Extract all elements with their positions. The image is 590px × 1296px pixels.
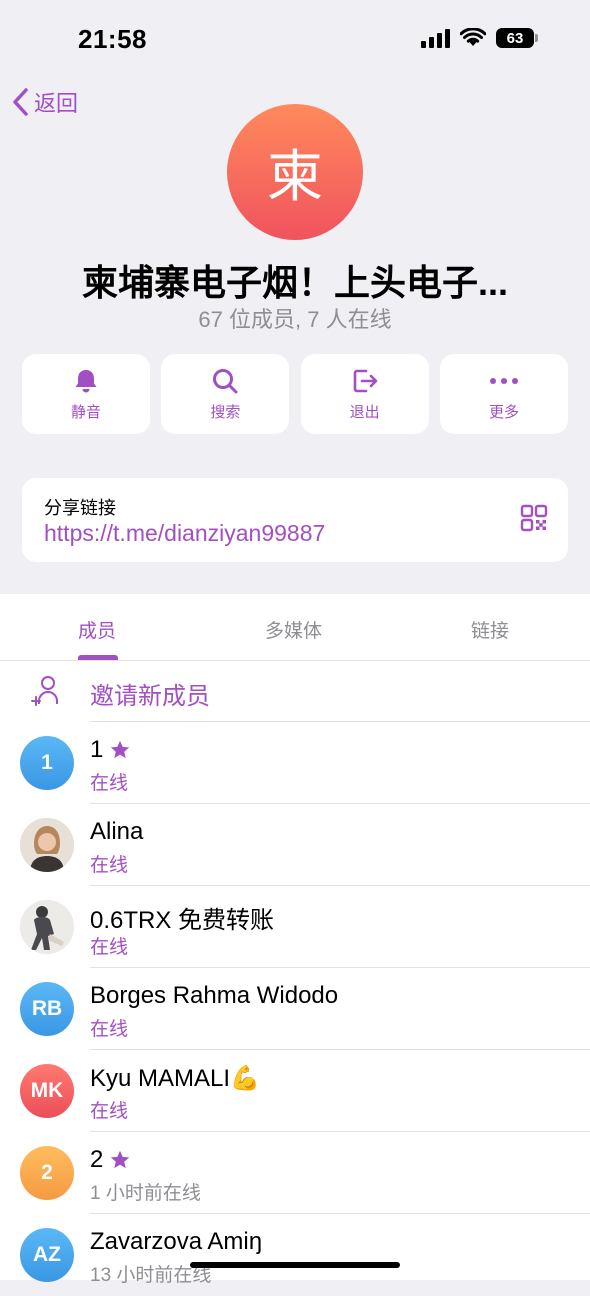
status-time: 21:58 xyxy=(78,24,147,54)
member-name-text: 2 xyxy=(90,1146,104,1173)
member-row[interactable]: RB Borges Rahma Widodo 在线 xyxy=(0,968,590,1050)
member-status: 在线 xyxy=(90,937,129,958)
home-indicator xyxy=(190,1262,400,1268)
action-buttons: 静音 搜索 退出 更多 xyxy=(22,354,568,434)
status-icons: 63 xyxy=(421,28,538,48)
member-status: 在线 xyxy=(90,1101,129,1122)
share-link-card[interactable]: 分享链接 https://t.me/dianziyan99887 xyxy=(22,478,568,562)
tab-bar: 成员 多媒体 链接 xyxy=(0,594,590,661)
member-row[interactable]: 2 2 1 小时前在线 xyxy=(0,1132,590,1214)
add-user-icon xyxy=(31,676,58,706)
share-link-url[interactable]: https://t.me/dianziyan99887 xyxy=(44,520,325,547)
group-avatar[interactable]: 柬 xyxy=(227,104,363,240)
avatar-initials: MK xyxy=(30,1079,64,1102)
avatar: AZ xyxy=(20,1228,74,1282)
member-name-text: Kyu MAMALI💪 xyxy=(90,1065,260,1092)
member-name-text: Borges Rahma Widodo xyxy=(90,982,339,1009)
avatar: 2 xyxy=(20,1146,74,1200)
member-row[interactable]: MK Kyu MAMALI💪 在线 xyxy=(0,1050,590,1132)
member-name-text: Alina xyxy=(90,818,144,845)
leave-button[interactable]: 退出 xyxy=(300,354,429,434)
member-name-text: 1 xyxy=(90,736,104,763)
member-name: Kyu MAMALI💪 xyxy=(90,1064,260,1093)
mute-label: 静音 xyxy=(70,403,101,421)
group-avatar-letter: 柬 xyxy=(267,144,323,210)
member-row[interactable]: 1 1 在线 xyxy=(0,722,590,804)
member-name: 1 xyxy=(90,736,131,764)
member-name: Alina xyxy=(90,818,143,846)
member-name: 0.6TRX 免费转账 xyxy=(90,900,274,935)
star-icon xyxy=(111,1150,130,1169)
member-name: 2 xyxy=(90,1146,131,1174)
status-bar: 21:58 63 xyxy=(0,0,590,80)
member-status: 在线 xyxy=(90,855,129,876)
back-button[interactable]: 返回 xyxy=(10,86,78,118)
bell-icon xyxy=(75,369,97,392)
user-photo-icon xyxy=(20,900,74,954)
more-label: 更多 xyxy=(488,403,519,421)
invite-members-row[interactable]: 邀请新成员 xyxy=(0,660,590,722)
tab-links[interactable]: 链接 xyxy=(471,616,509,643)
avatar-initials: AZ xyxy=(33,1243,61,1266)
search-label: 搜索 xyxy=(210,403,241,421)
avatar: RB xyxy=(20,982,74,1036)
qr-code-icon[interactable] xyxy=(520,504,548,532)
cellular-signal-icon xyxy=(421,28,450,48)
star-icon xyxy=(111,740,130,759)
avatar xyxy=(20,900,74,954)
wifi-icon xyxy=(460,28,486,46)
chevron-left-icon xyxy=(13,88,28,116)
share-link-title: 分享链接 xyxy=(44,498,116,518)
back-label: 返回 xyxy=(34,91,79,116)
member-row[interactable]: 0.6TRX 免费转账 在线 xyxy=(0,886,590,968)
member-row[interactable]: Alina 在线 xyxy=(0,804,590,886)
more-button[interactable]: 更多 xyxy=(439,354,568,434)
leave-label: 退出 xyxy=(349,403,380,421)
leave-icon xyxy=(353,369,377,392)
invite-label: 邀请新成员 xyxy=(90,683,210,710)
user-photo-icon xyxy=(20,818,74,872)
tab-media[interactable]: 多媒体 xyxy=(265,616,322,643)
group-title: 柬埔寨电子烟！上头电子... xyxy=(81,262,508,303)
avatar xyxy=(20,818,74,872)
mute-button[interactable]: 静音 xyxy=(22,354,150,434)
avatar: MK xyxy=(20,1064,74,1118)
search-button[interactable]: 搜索 xyxy=(161,354,290,434)
member-status: 1 小时前在线 xyxy=(90,1183,201,1204)
member-status: 在线 xyxy=(90,773,129,794)
member-name: Borges Rahma Widodo xyxy=(90,982,338,1010)
member-name-text: Zavarzova Amiŋ xyxy=(90,1228,263,1255)
member-name: Zavarzova Amiŋ xyxy=(90,1228,262,1256)
member-row[interactable]: AZ Zavarzova Amiŋ 13 小时前在线 xyxy=(0,1214,590,1296)
search-icon xyxy=(213,368,238,393)
avatar-initials: 2 xyxy=(41,1161,53,1184)
battery-icon: 63 xyxy=(496,28,538,48)
battery-level: 63 xyxy=(506,29,524,47)
group-member-count: 67 位成员, 7 人在线 xyxy=(198,307,392,332)
avatar-initials: RB xyxy=(31,997,63,1020)
more-dots-icon xyxy=(489,377,518,384)
members-sheet: 成员 多媒体 链接 邀请新成员 1 1 在线 Alina 在线 0.6TRX 免… xyxy=(0,594,590,1286)
member-status: 在线 xyxy=(90,1019,129,1040)
avatar: 1 xyxy=(20,736,74,790)
member-name-text: 0.6TRX 免费转账 xyxy=(90,907,275,934)
tab-members[interactable]: 成员 xyxy=(78,616,116,643)
avatar-initials: 1 xyxy=(41,751,53,774)
